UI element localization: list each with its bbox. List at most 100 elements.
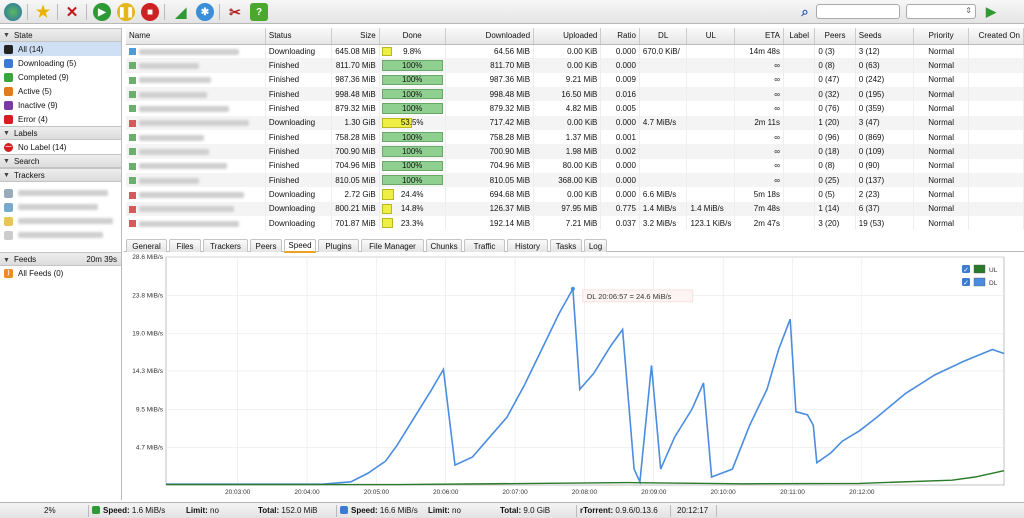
stop-icon[interactable]: ■ <box>141 3 159 21</box>
cell-created-on <box>968 173 1024 188</box>
table-row[interactable]: Downloading 1.30 GiB 53.5% 717.42 MiB 0.00 K… <box>126 115 1024 131</box>
cell-done: 100% <box>379 58 446 73</box>
tab-speed[interactable]: Speed <box>284 239 316 253</box>
download-total: Total: 152.0 MiB <box>258 506 318 515</box>
cell-ul: 1.4 MiB/s <box>686 201 736 217</box>
state-item-active[interactable]: Active (5) <box>0 84 121 98</box>
tracker-item[interactable] <box>0 228 121 242</box>
download-limit[interactable]: Limit: no <box>186 506 219 515</box>
delete-icon[interactable]: ✕ <box>63 3 81 21</box>
state-item-all[interactable]: All (14) <box>0 42 121 56</box>
column-header-done[interactable]: Done <box>379 28 446 45</box>
cell-dl <box>639 58 688 73</box>
filter-select[interactable] <box>906 4 976 19</box>
cell-ul: 123.1 KiB/s <box>686 216 736 231</box>
cell-seeds: 19 (53) <box>855 216 915 231</box>
search-input[interactable] <box>816 4 900 19</box>
tab-traffic[interactable]: Traffic <box>464 239 505 252</box>
feeds-header[interactable]: ▼ Feeds 20m 39s <box>0 252 121 266</box>
rss-icon[interactable]: ◢ <box>172 3 190 21</box>
settings-icon[interactable]: ✱ <box>196 3 214 21</box>
table-row[interactable]: Downloading 800.21 MiB 14.8% 126.37 MiB 97.9… <box>126 201 1024 217</box>
table-row[interactable]: Finished 811.70 MiB 100% 811.70 MiB 0.00 KiB… <box>126 58 1024 73</box>
search-header[interactable]: ▼ Search <box>0 154 121 168</box>
column-header-status[interactable]: Status <box>265 28 333 45</box>
torrent-name-redacted <box>139 177 199 184</box>
cell-priority: Normal <box>913 44 969 59</box>
state-item-downloading[interactable]: Downloading (5) <box>0 56 121 70</box>
progress-text: 14.8% <box>400 204 424 214</box>
state-item-error[interactable]: Error (4) <box>0 112 121 126</box>
cell-downloaded: 694.68 MiB <box>445 187 535 202</box>
column-header-seeds[interactable]: Seeds <box>855 28 915 45</box>
tracker-item[interactable] <box>0 200 121 214</box>
status-bar: 2% Speed: 1.6 MiB/s Limit: no Total: 152… <box>0 502 1024 518</box>
go-icon[interactable]: ▶ <box>982 3 1000 21</box>
tab-file-manager[interactable]: File Manager <box>361 239 424 252</box>
cell-size: 987.36 MiB <box>331 72 380 88</box>
start-icon[interactable]: ▶ <box>93 3 111 21</box>
trackers-header[interactable]: ▼ Trackers <box>0 168 121 182</box>
state-item-inactive[interactable]: Inactive (9) <box>0 98 121 112</box>
label-item-no-label[interactable]: — No Label (14) <box>0 140 121 154</box>
tab-chunks[interactable]: Chunks <box>426 239 462 252</box>
column-header-label[interactable]: Label <box>783 28 816 45</box>
tooltip-text: DL 20:06:57 = 24.6 MiB/s <box>587 292 672 301</box>
table-row[interactable]: Finished 758.28 MiB 100% 758.28 MiB 1.37 MiB… <box>126 130 1024 145</box>
table-row[interactable]: Downloading 2.72 GiB 24.4% 694.68 MiB 0.00 K… <box>126 187 1024 202</box>
column-header-downloaded[interactable]: Downloaded <box>445 28 535 45</box>
table-row[interactable]: Finished 998.48 MiB 100% 998.48 MiB 16.50 Mi… <box>126 87 1024 102</box>
pause-icon[interactable]: ❚❚ <box>117 3 135 21</box>
tab-history[interactable]: History <box>507 239 548 252</box>
table-row[interactable]: Finished 700.90 MiB 100% 700.90 MiB 1.98 MiB… <box>126 144 1024 159</box>
tools-icon[interactable]: ✂ <box>226 3 244 21</box>
tab-trackers[interactable]: Trackers <box>203 239 248 252</box>
tab-plugins[interactable]: Plugins <box>318 239 359 252</box>
table-row[interactable]: Finished 987.36 MiB 100% 987.36 MiB 9.21 MiB… <box>126 72 1024 88</box>
cell-peers: 0 (5) <box>814 187 856 202</box>
column-header-uploaded[interactable]: Uploaded <box>533 28 602 45</box>
state-item-completed[interactable]: Completed (9) <box>0 70 121 84</box>
column-header-peers[interactable]: Peers <box>814 28 856 45</box>
torrent-name-cell <box>126 130 266 145</box>
table-row[interactable]: Finished 879.32 MiB 100% 879.32 MiB 4.82 MiB… <box>126 101 1024 116</box>
labels-header[interactable]: ▼ Labels <box>0 126 121 140</box>
star-icon[interactable]: ★ <box>34 3 52 21</box>
tracker-item[interactable] <box>0 186 121 200</box>
column-header-ratio[interactable]: Ratio <box>600 28 640 45</box>
column-header-eta[interactable]: ETA <box>734 28 784 45</box>
table-row[interactable]: Downloading 701.87 MiB 23.3% 192.14 MiB 7.21… <box>126 216 1024 231</box>
table-row[interactable]: Downloading 645.08 MiB 9.8% 64.56 MiB 0.00 K… <box>126 44 1024 59</box>
tab-tasks[interactable]: Tasks <box>550 239 582 252</box>
cell-seeds: 0 (195) <box>855 87 915 102</box>
search-icon[interactable]: ⌕ <box>796 3 814 21</box>
tracker-item[interactable] <box>0 214 121 228</box>
y-tick-label: 4.7 MiB/s <box>136 445 164 452</box>
cell-priority: Normal <box>913 101 969 116</box>
table-row[interactable]: Finished 810.05 MiB 100% 810.05 MiB 368.00 K… <box>126 173 1024 188</box>
column-header-dl[interactable]: DL <box>639 28 688 45</box>
table-row[interactable]: Finished 704.96 MiB 100% 704.96 MiB 80.00 Ki… <box>126 158 1024 174</box>
upload-limit[interactable]: Limit: no <box>428 506 461 515</box>
state-header[interactable]: ▼ State <box>0 28 121 42</box>
collapse-arrow-icon: ▼ <box>3 129 10 137</box>
globe-icon[interactable] <box>4 3 22 21</box>
cell-ratio: 0.001 <box>600 130 640 145</box>
column-header-ul[interactable]: UL <box>686 28 736 45</box>
tab-peers[interactable]: Peers <box>250 239 282 252</box>
torrent-name-cell <box>126 101 266 116</box>
column-header-size[interactable]: Size <box>331 28 380 45</box>
torrent-name-redacted <box>139 163 227 170</box>
column-header-priority[interactable]: Priority <box>913 28 969 45</box>
cell-seeds: 3 (47) <box>855 115 915 131</box>
tab-files[interactable]: Files <box>169 239 201 252</box>
column-header-name[interactable]: Name <box>126 28 266 45</box>
help-icon[interactable]: ? <box>250 3 268 21</box>
legend-label: DL <box>989 280 998 287</box>
cell-label <box>783 144 816 159</box>
cell-ratio: 0.016 <box>600 87 640 102</box>
tab-general[interactable]: General <box>126 239 167 252</box>
tab-log[interactable]: Log <box>584 239 607 252</box>
feed-item-all[interactable]: ) All Feeds (0) <box>0 266 121 280</box>
column-header-created-on[interactable]: Created On <box>968 28 1024 45</box>
